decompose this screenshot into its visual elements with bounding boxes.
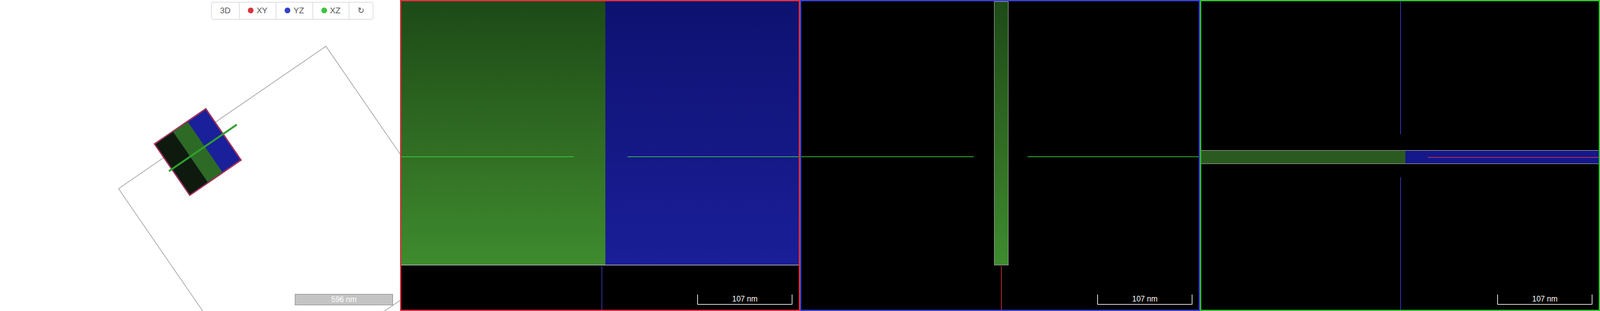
color-dot: [247, 7, 254, 14]
blue-channel: [605, 1, 799, 265]
button-label: 3D: [219, 4, 231, 18]
view-button[interactable]: ↻: [349, 2, 373, 20]
toolbar: 3D XY YZ XZ ↻: [211, 1, 374, 20]
slice-canvas: 107 nm: [401, 1, 799, 310]
button-label: XY: [256, 4, 268, 18]
scale-bar: 596 nm: [294, 294, 394, 306]
slice-strip: [993, 1, 1009, 266]
crosshair-line: [1000, 266, 1002, 310]
crosshair-line: [1400, 177, 1401, 310]
scale-bar: 107 nm: [1097, 294, 1193, 305]
slice-image: [401, 1, 799, 266]
button-label: YZ: [293, 4, 305, 18]
bounding-plane: [117, 45, 400, 311]
slice-canvas: 107 nm: [801, 1, 1199, 310]
view-button[interactable]: 3D: [211, 2, 240, 20]
color-dot: [321, 7, 328, 14]
green-channel: [1201, 150, 1406, 164]
crosshair-line: [801, 156, 974, 158]
button-label: XZ: [330, 4, 342, 18]
crosshair-line: [627, 156, 799, 158]
view-button[interactable]: XZ: [313, 2, 350, 20]
green-channel: [401, 1, 606, 265]
crosshair-line: [1027, 156, 1199, 158]
button-label: ↻: [357, 4, 365, 18]
slice-canvas: 107 nm: [1201, 1, 1599, 310]
slice-viewport[interactable]: 107 nm: [400, 0, 800, 311]
view-button[interactable]: XY: [239, 2, 277, 20]
color-dot: [284, 7, 291, 14]
crosshair-line: [1400, 1, 1401, 135]
viewport-3d[interactable]: 3D XY YZ XZ ↻ 596 nm: [0, 0, 400, 311]
crosshair-line: [401, 156, 574, 158]
scale-bar: 107 nm: [1497, 294, 1593, 305]
crosshair-line: [601, 266, 603, 310]
slice-viewport[interactable]: 107 nm: [800, 0, 1200, 311]
view-button[interactable]: YZ: [276, 2, 314, 20]
crosshair-line: [1427, 157, 1599, 158]
slice-viewport[interactable]: 107 nm: [1200, 0, 1600, 311]
scale-bar: 107 nm: [697, 294, 793, 305]
